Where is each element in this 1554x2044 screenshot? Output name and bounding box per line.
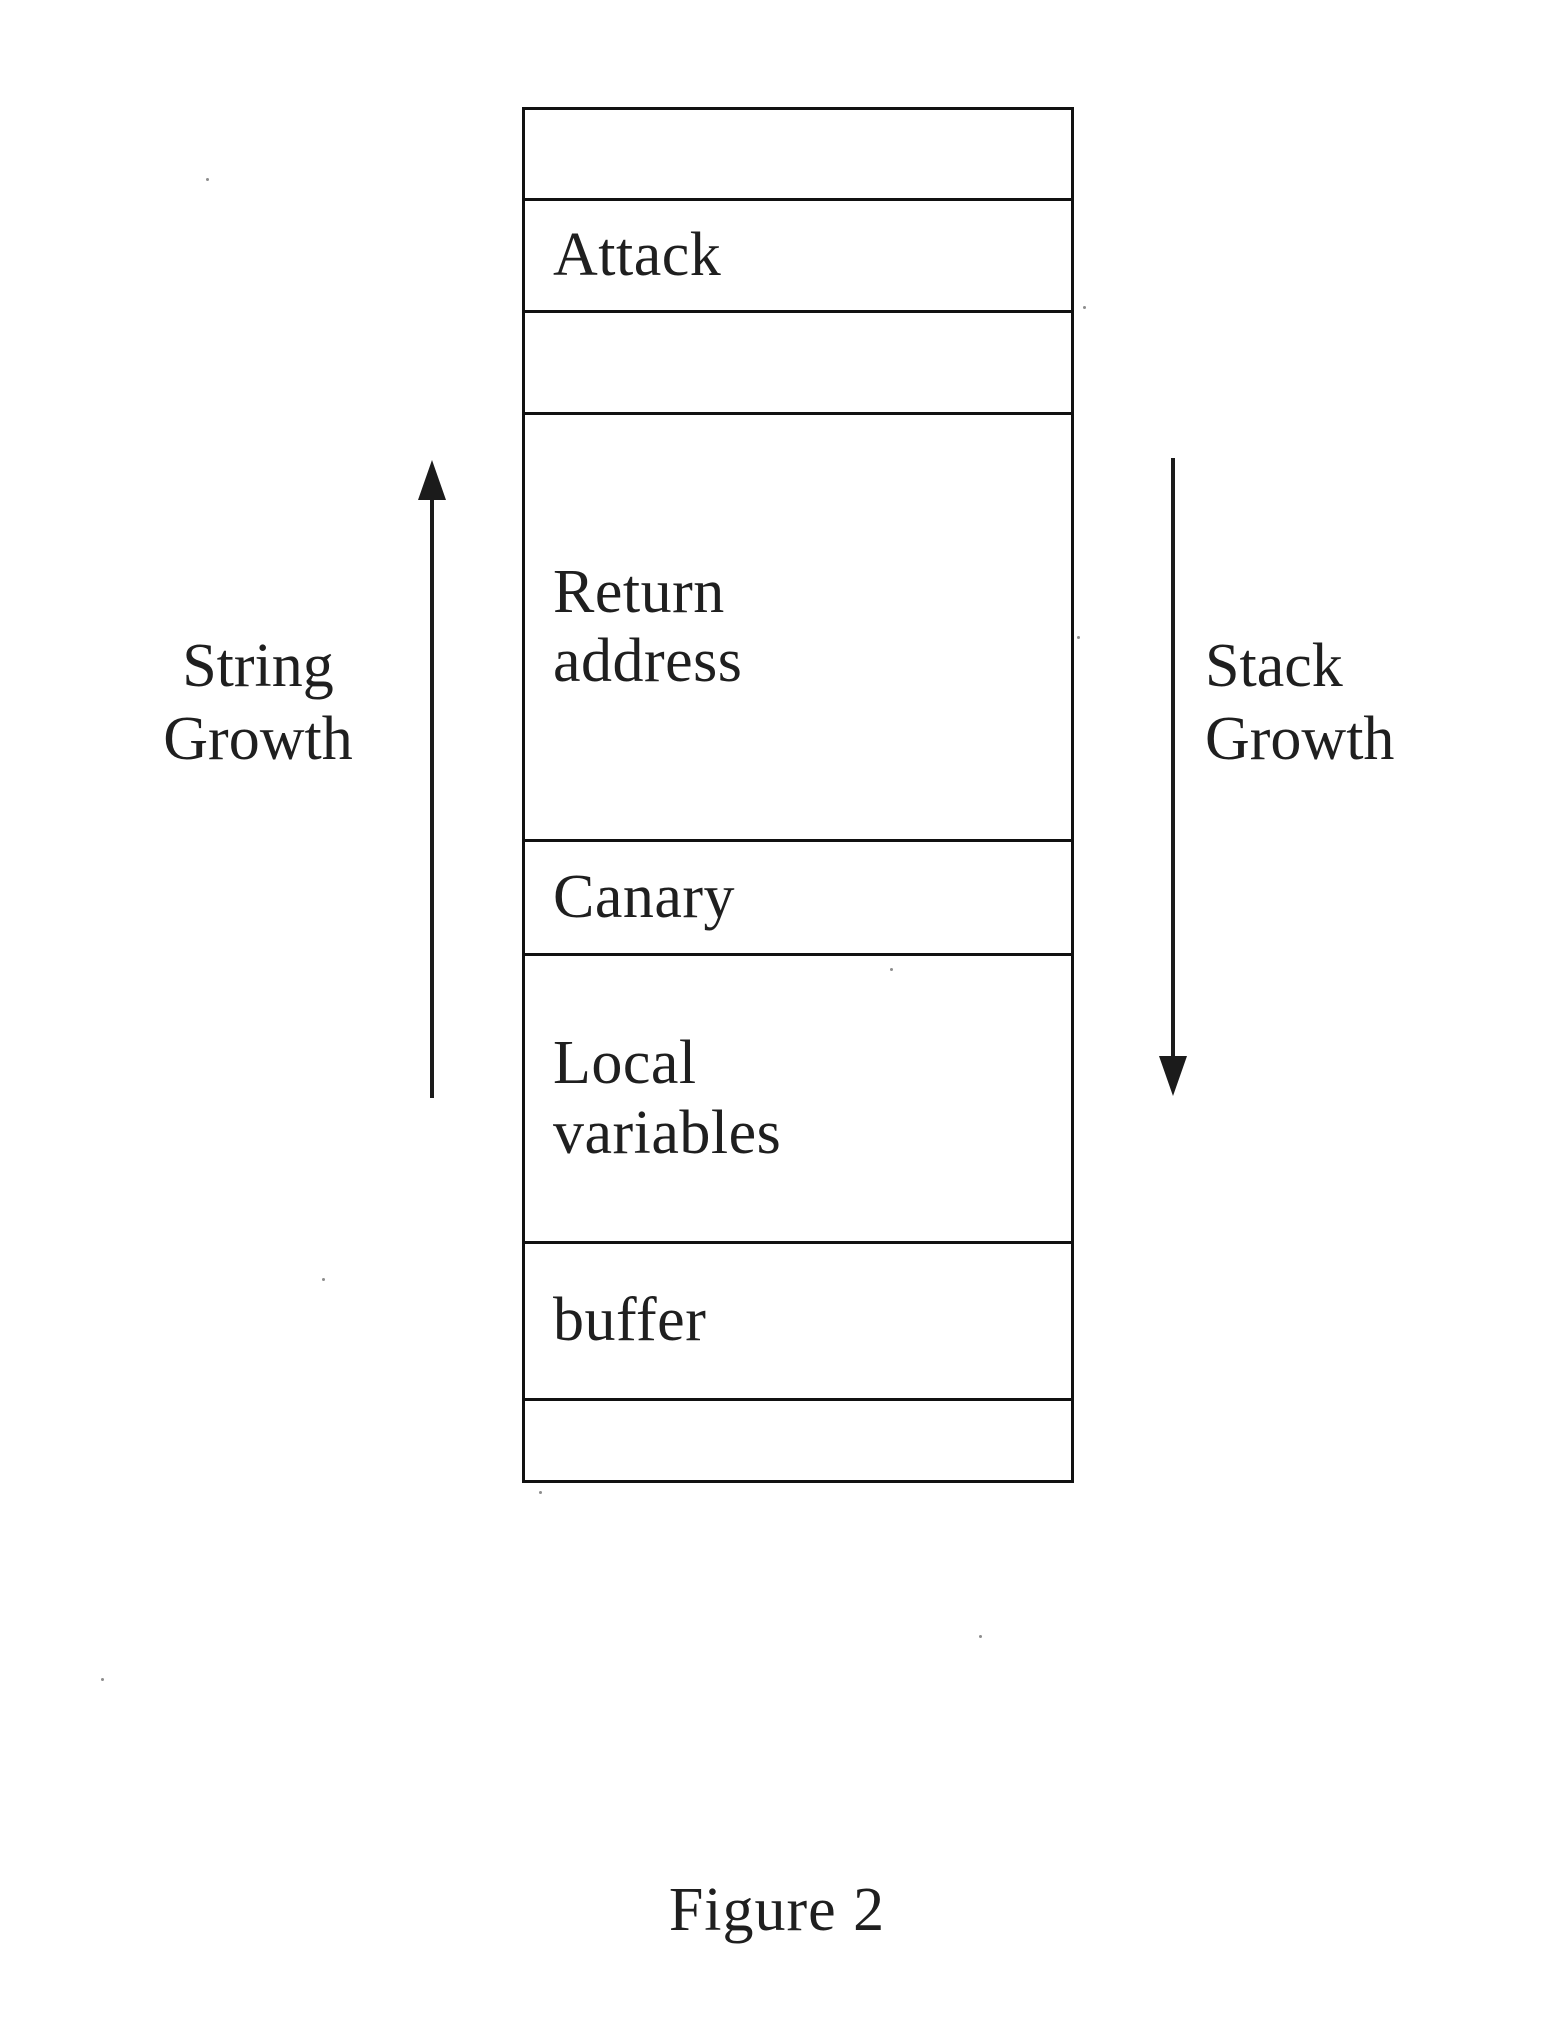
stack-cell-empty-gap xyxy=(525,313,1071,415)
stack-growth-down-arrow-icon xyxy=(1159,458,1187,1096)
figure-page: String Growth Attack Return address Cana… xyxy=(0,0,1554,2044)
scan-speckle xyxy=(322,1278,325,1281)
stack-cell-canary-label: Canary xyxy=(553,862,736,931)
scan-speckle xyxy=(206,178,209,181)
scan-speckle xyxy=(979,1635,982,1638)
scan-speckle xyxy=(890,968,893,971)
stack-cell-local-variables-label: Local variables xyxy=(553,1029,782,1167)
stack-cell-attack: Attack xyxy=(525,201,1071,313)
stack-cell-buffer: buffer xyxy=(525,1244,1071,1401)
stack-cell-buffer-label: buffer xyxy=(553,1286,707,1355)
figure-caption: Figure 2 xyxy=(668,1876,886,1944)
stack-cell-empty-bottom xyxy=(525,1401,1071,1480)
string-growth-up-arrow-icon xyxy=(418,460,446,1098)
stack-cell-canary: Canary xyxy=(525,842,1071,956)
stack-cell-attack-label: Attack xyxy=(553,220,722,289)
string-growth-label: String Growth xyxy=(163,632,353,774)
scan-speckle xyxy=(539,1491,542,1494)
scan-speckle xyxy=(1083,306,1086,309)
stack-diagram: Attack Return address Canary Local varia… xyxy=(522,107,1074,1483)
stack-cell-return-address: Return address xyxy=(525,415,1071,842)
stack-cell-local-variables: Local variables xyxy=(525,956,1071,1244)
scan-speckle xyxy=(1077,636,1080,639)
stack-cell-return-address-label: Return address xyxy=(553,557,743,695)
stack-growth-label: Stack Growth xyxy=(1205,632,1395,774)
scan-speckle xyxy=(101,1678,104,1681)
stack-cell-empty-top xyxy=(525,110,1071,201)
